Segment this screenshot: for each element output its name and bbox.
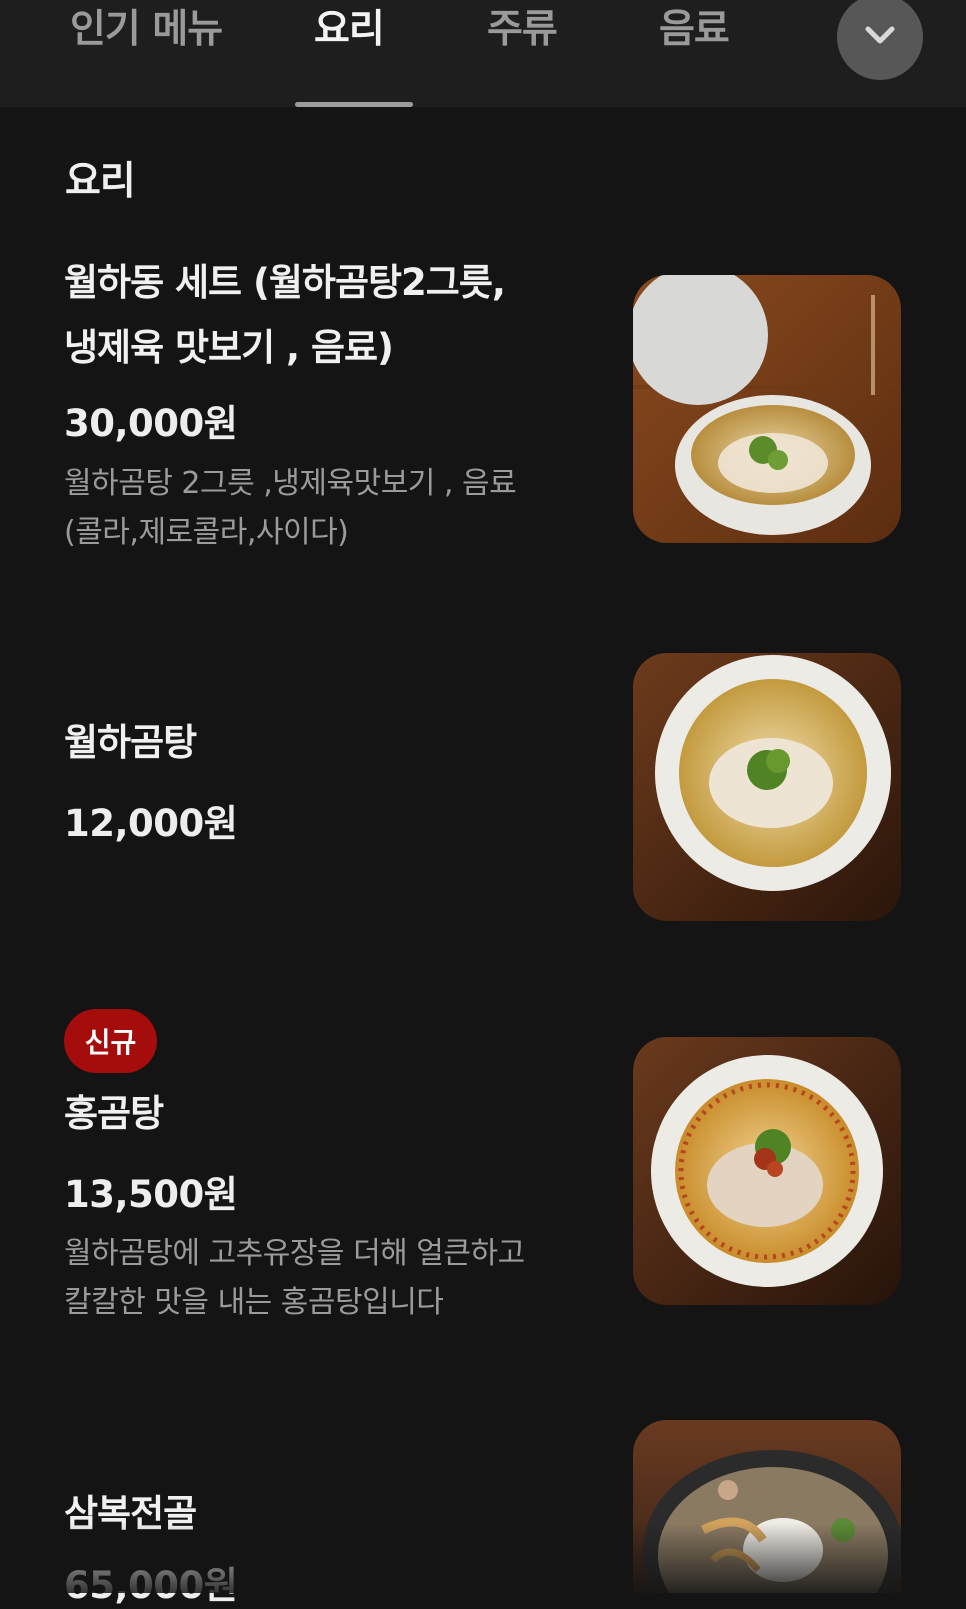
tab-popular-menu[interactable]: 인기 메뉴 bbox=[70, 0, 223, 60]
menu-item-description: 월하곰탕 2그릇 ,냉제육맛보기 , 음료 (콜라,제로콜라,사이다) bbox=[64, 466, 517, 550]
menu-item-price: 12,000원 bbox=[64, 802, 238, 845]
section-title: 요리 bbox=[65, 159, 136, 204]
menu-item-name: 월하동 세트 (월하곰탕2그릇, 냉제육 맛보기 , 음료) bbox=[64, 261, 506, 369]
bottom-fade-overlay bbox=[0, 1523, 966, 1593]
chevron-down-icon bbox=[860, 15, 900, 59]
menu-item-name: 월하곰탕 bbox=[64, 721, 197, 764]
menu-item-name: 홍곰탕 bbox=[64, 1092, 164, 1135]
tab-beverages[interactable]: 음료 bbox=[659, 0, 730, 60]
menu-item-price: 30,000원 bbox=[64, 402, 238, 445]
tab-alcohol[interactable]: 주류 bbox=[487, 0, 558, 60]
expand-categories-button[interactable] bbox=[837, 0, 923, 80]
new-badge: 신규 bbox=[64, 1009, 157, 1073]
category-tab-bar: 인기 메뉴 요리 주류 음료 bbox=[0, 0, 966, 107]
tab-dishes[interactable]: 요리 bbox=[314, 0, 385, 60]
menu-item-photo bbox=[633, 653, 901, 921]
menu-item-price: 13,500원 bbox=[64, 1173, 238, 1216]
menu-item-photo bbox=[633, 1037, 901, 1305]
menu-item-description: 월하곰탕에 고추유장을 더해 얼큰하고 칼칼한 맛을 내는 홍곰탕입니다 bbox=[64, 1236, 525, 1320]
menu-item-photo bbox=[633, 275, 901, 543]
active-tab-indicator bbox=[295, 102, 413, 107]
